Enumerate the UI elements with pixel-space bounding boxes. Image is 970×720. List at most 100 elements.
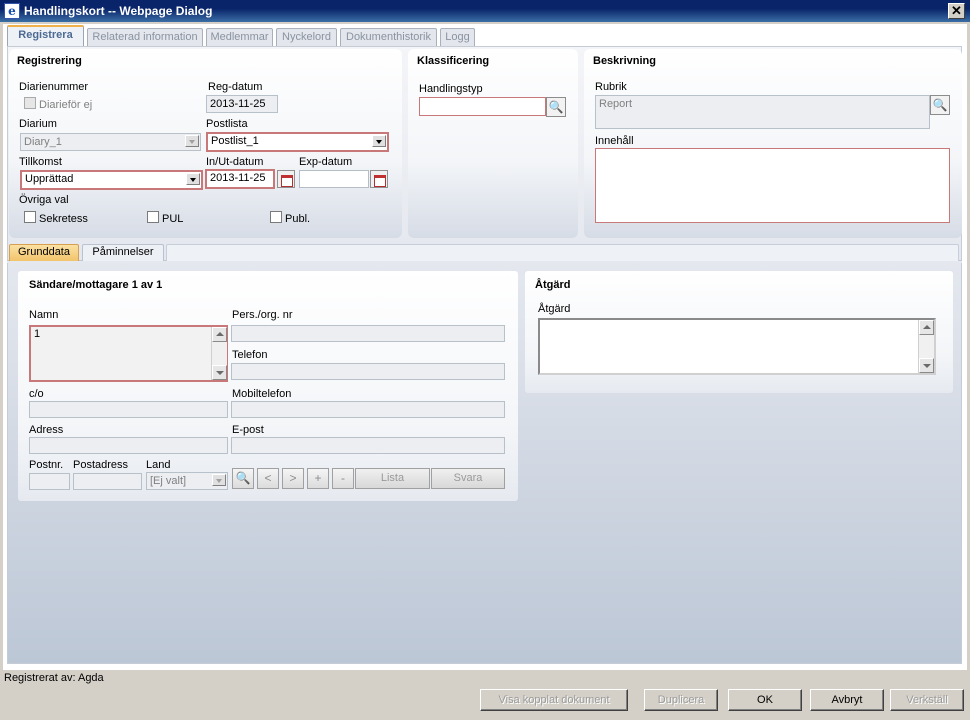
subtab-paminnelser[interactable]: Påminnelser xyxy=(82,244,164,261)
epost-field[interactable] xyxy=(231,437,505,454)
chevron-down-icon xyxy=(372,135,386,147)
in-ut-datum-field[interactable]: 2013-11-25 xyxy=(205,169,275,189)
publ-checkbox[interactable] xyxy=(270,211,282,223)
rubrik-field[interactable]: Report xyxy=(595,95,930,129)
duplicera-button[interactable]: Duplicera xyxy=(644,689,718,711)
telefon-label: Telefon xyxy=(232,349,268,361)
namn-scrollbar[interactable] xyxy=(211,327,227,380)
scroll-up-icon[interactable] xyxy=(212,327,227,342)
co-label: c/o xyxy=(29,388,44,400)
sekretess-label: Sekretess xyxy=(39,213,88,225)
add-button[interactable]: + xyxy=(307,468,329,489)
prev-button[interactable]: < xyxy=(257,468,279,489)
postlista-label: Postlista xyxy=(206,118,248,130)
svara-button[interactable]: Svara xyxy=(431,468,505,489)
namn-value: 1 xyxy=(34,328,41,340)
chevron-down-icon xyxy=(186,173,200,185)
pul-checkbox[interactable] xyxy=(147,211,159,223)
reg-datum-label: Reg-datum xyxy=(208,81,263,93)
diarium-value: Diary_1 xyxy=(24,136,62,148)
atgard-scrollbar[interactable] xyxy=(918,320,934,373)
window-title: Handlingskort -- Webpage Dialog xyxy=(24,4,213,18)
tab-logg[interactable]: Logg xyxy=(440,28,475,46)
atgard-field[interactable] xyxy=(538,318,936,375)
land-label: Land xyxy=(146,459,171,471)
registrering-title: Registrering xyxy=(17,55,82,67)
adress-field[interactable] xyxy=(29,437,228,454)
verkstall-button[interactable]: Verkställ xyxy=(890,689,964,711)
sekretess-checkbox[interactable] xyxy=(24,211,36,223)
tab-nyckelord[interactable]: Nyckelord xyxy=(276,28,337,46)
klassificering-title: Klassificering xyxy=(417,55,490,67)
diarium-label: Diarium xyxy=(19,118,57,130)
land-value: [Ej valt] xyxy=(150,475,187,487)
scroll-up-icon[interactable] xyxy=(919,320,934,335)
beskrivning-title: Beskrivning xyxy=(593,55,656,67)
tab-relaterad-information[interactable]: Relaterad information xyxy=(87,28,203,46)
title-bar: e Handlingskort -- Webpage Dialog ✕ xyxy=(0,0,970,22)
handlingstyp-label: Handlingstyp xyxy=(419,83,483,95)
pers-org-field[interactable] xyxy=(231,325,505,342)
ie-icon: e xyxy=(4,3,20,19)
subtab-grunddata[interactable]: Grunddata xyxy=(9,244,79,261)
rubrik-label: Rubrik xyxy=(595,81,627,93)
avbryt-button[interactable]: Avbryt xyxy=(810,689,884,711)
chevron-down-icon xyxy=(185,135,199,147)
chevron-down-icon xyxy=(212,474,226,486)
tab-registrera[interactable]: Registrera xyxy=(7,25,84,46)
diarienummer-label: Diarienummer xyxy=(19,81,89,93)
pul-label: PUL xyxy=(162,213,184,225)
land-select[interactable]: [Ej valt] xyxy=(146,472,228,490)
ovriga-val-label: Övriga val xyxy=(19,194,69,206)
atgard-label: Åtgärd xyxy=(538,303,571,315)
publ-label: Publ. xyxy=(285,213,311,225)
handlingstyp-field[interactable] xyxy=(419,97,546,116)
registrerat-av-text: Registrerat av: Agda xyxy=(4,672,104,684)
tab-medlemmar[interactable]: Medlemmar xyxy=(206,28,273,46)
reg-datum-field: 2013-11-25 xyxy=(206,95,278,113)
postadress-label: Postadress xyxy=(73,459,129,471)
mobiltelefon-label: Mobiltelefon xyxy=(232,388,292,400)
search-icon[interactable]: 🔍 xyxy=(546,97,566,117)
scroll-down-icon[interactable] xyxy=(212,365,227,380)
namn-label: Namn xyxy=(29,309,59,321)
calendar-icon[interactable] xyxy=(277,170,295,188)
visa-kopplat-dokument-button[interactable]: Visa kopplat dokument xyxy=(480,689,628,711)
postnr-field[interactable] xyxy=(29,473,70,490)
postlista-value: Postlist_1 xyxy=(211,135,259,147)
pers-org-label: Pers./org. nr xyxy=(232,309,293,321)
remove-button[interactable]: - xyxy=(332,468,354,489)
innehall-label: Innehåll xyxy=(595,135,634,147)
tillkomst-label: Tillkomst xyxy=(19,156,62,168)
postlista-select[interactable]: Postlist_1 xyxy=(206,132,389,152)
diarifor-ej-checkbox[interactable] xyxy=(24,97,36,109)
ok-button[interactable]: OK xyxy=(728,689,802,711)
exp-datum-label: Exp-datum xyxy=(299,156,353,168)
sandare-title: Sändare/mottagare 1 av 1 xyxy=(29,279,163,291)
namn-field[interactable]: 1 xyxy=(29,325,228,382)
telefon-field[interactable] xyxy=(231,363,505,380)
search-icon[interactable]: 🔍 xyxy=(930,95,950,115)
tab-dokumenthistorik[interactable]: Dokumenthistorik xyxy=(340,28,437,46)
co-field[interactable] xyxy=(29,401,228,418)
diarifor-ej-label: Diarieför ej xyxy=(39,99,93,111)
next-button[interactable]: > xyxy=(282,468,304,489)
innehall-field[interactable] xyxy=(595,148,950,223)
atgard-title: Åtgärd xyxy=(535,279,571,291)
close-button[interactable]: ✕ xyxy=(948,3,965,19)
in-ut-datum-label: In/Ut-datum xyxy=(206,156,264,168)
scroll-down-icon[interactable] xyxy=(919,358,934,373)
tillkomst-select[interactable]: Upprättad xyxy=(20,170,203,190)
mobiltelefon-field[interactable] xyxy=(231,401,505,418)
lista-button[interactable]: Lista xyxy=(355,468,430,489)
epost-label: E-post xyxy=(232,424,264,436)
klassificering-panel xyxy=(408,49,578,238)
search-icon[interactable]: 🔍 xyxy=(232,468,254,489)
diarium-select[interactable]: Diary_1 xyxy=(20,133,201,151)
calendar-icon[interactable] xyxy=(370,170,388,188)
tillkomst-value: Upprättad xyxy=(25,173,74,185)
adress-label: Adress xyxy=(29,424,64,436)
exp-datum-field[interactable] xyxy=(299,170,369,188)
postnr-label: Postnr. xyxy=(29,459,64,471)
postadress-field[interactable] xyxy=(73,473,142,490)
